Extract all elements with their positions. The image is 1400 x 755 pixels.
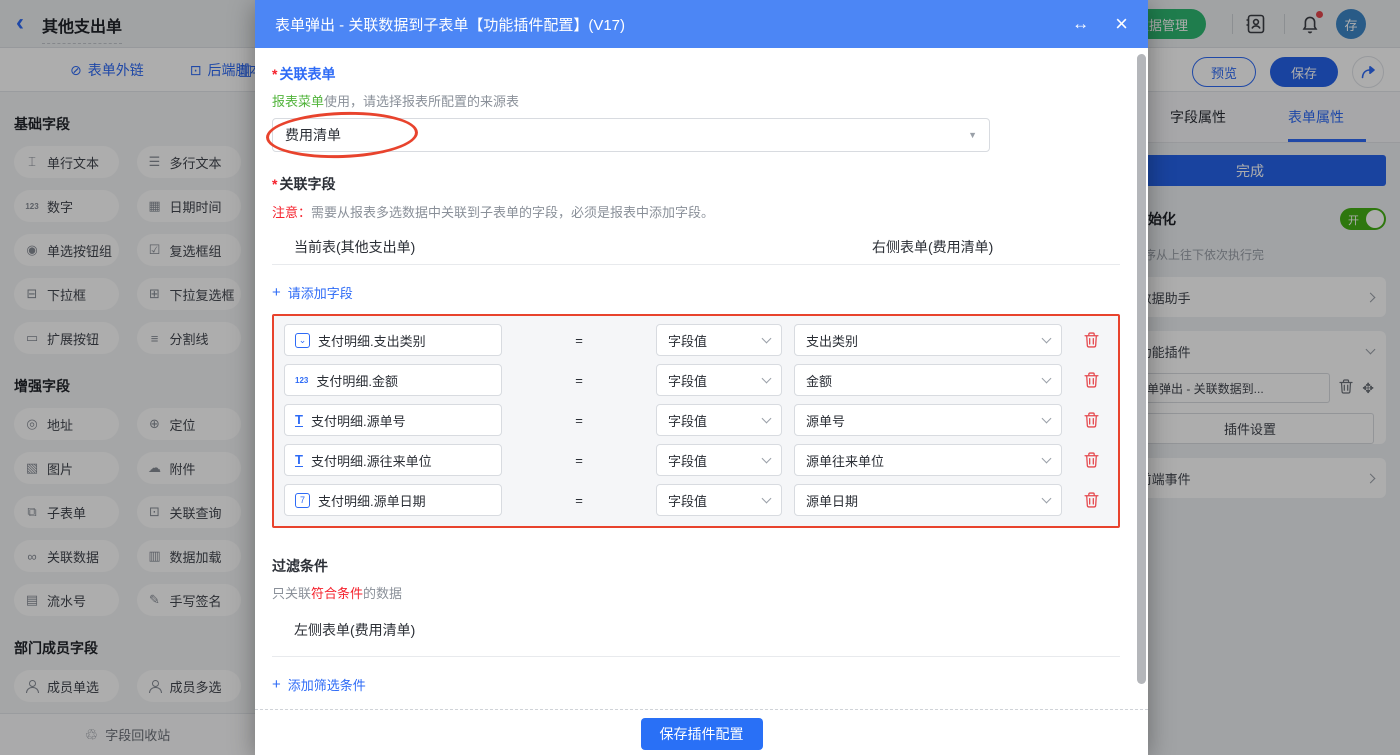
field-mapping-annotated-box: ⌄ 支付明细.支出类别 = 字段值 支出类别 123 支付明细.金额 = 字段值 金…	[272, 314, 1120, 528]
date-field-icon: 7	[295, 492, 310, 508]
delete-row-button[interactable]	[1074, 372, 1108, 388]
modal-header: 表单弹出 - 关联数据到子表单【功能插件配置】(V17) ↔ ×	[255, 0, 1148, 48]
chevron-down-icon	[761, 413, 772, 424]
value-type-select[interactable]: 字段值	[656, 364, 782, 396]
chevron-down-icon	[761, 493, 772, 504]
chevron-down-icon	[1041, 333, 1052, 344]
plugin-config-modal: 表单弹出 - 关联数据到子表单【功能插件配置】(V17) ↔ × 关联表单 报表…	[255, 0, 1148, 755]
mapping-row: 7 支付明细.源单日期 = 字段值 源单日期	[284, 484, 1108, 516]
number-field-icon: 123	[295, 375, 309, 385]
value-type-select[interactable]: 字段值	[656, 324, 782, 356]
left-field-input[interactable]: T 支付明细.源往来单位	[284, 444, 502, 476]
delete-row-button[interactable]	[1074, 492, 1108, 508]
right-form-header: 右侧表单(费用清单)	[872, 239, 994, 255]
right-field-select[interactable]: 源单日期	[794, 484, 1062, 516]
equals-operator: =	[575, 492, 583, 508]
value-type-select[interactable]: 字段值	[656, 404, 782, 436]
left-field-input[interactable]: T 支付明细.源单号	[284, 404, 502, 436]
source-form-select[interactable]: 费用清单 ▼	[272, 118, 990, 152]
filter-left-form: 左侧表单(费用清单)	[272, 608, 1120, 657]
right-field-select[interactable]: 源单号	[794, 404, 1062, 436]
mapping-row: 123 支付明细.金额 = 字段值 金额	[284, 364, 1108, 396]
plus-icon: +	[272, 284, 281, 301]
modal-body: 关联表单 报表菜单使用，请选择报表所配置的来源表 费用清单 ▼ 关联字段 注意：…	[255, 48, 1148, 754]
equals-operator: =	[575, 332, 583, 348]
mapping-row: T 支付明细.源单号 = 字段值 源单号	[284, 404, 1108, 436]
right-field-select[interactable]: 源单往来单位	[794, 444, 1062, 476]
related-form-hint: 报表菜单使用，请选择报表所配置的来源表	[272, 94, 520, 109]
chevron-down-icon	[1041, 413, 1052, 424]
left-field-input[interactable]: 123 支付明细.金额	[284, 364, 502, 396]
right-field-select[interactable]: 金额	[794, 364, 1062, 396]
delete-row-button[interactable]	[1074, 412, 1108, 428]
related-form-label: 关联表单	[272, 64, 1120, 84]
delete-row-button[interactable]	[1074, 452, 1108, 468]
filter-hint: 只关联符合条件的数据	[272, 586, 403, 601]
chevron-down-icon	[761, 373, 772, 384]
filter-condition-label: 过滤条件	[272, 558, 328, 574]
modal-footer: 保存插件配置	[255, 709, 1148, 755]
current-table-header: 当前表(其他支出单)	[294, 239, 416, 255]
right-field-select[interactable]: 支出类别	[794, 324, 1062, 356]
chevron-down-icon	[1041, 373, 1052, 384]
modal-scrollbar[interactable]	[1137, 54, 1146, 684]
chevron-down-icon	[761, 333, 772, 344]
delete-row-button[interactable]	[1074, 332, 1108, 348]
select-caret-icon: ▼	[968, 130, 977, 140]
left-field-input[interactable]: 7 支付明细.源单日期	[284, 484, 502, 516]
text-field-icon: T	[295, 452, 303, 467]
related-fields-note: 注意：需要从报表多选数据中关联到子表单的字段，必须是报表中添加字段。	[272, 205, 715, 220]
mapping-row: T 支付明细.源往来单位 = 字段值 源单往来单位	[284, 444, 1108, 476]
add-filter-link[interactable]: + 添加筛选条件	[272, 675, 366, 694]
left-field-input[interactable]: ⌄ 支付明细.支出类别	[284, 324, 502, 356]
related-fields-label: 关联字段	[272, 174, 1120, 194]
app-root: ‹ 其他支出单 数据管理 存 ⊘ 表单外链 ⊡ 后端脚本 ▥ 预览 保存 基础字…	[0, 0, 1400, 755]
equals-operator: =	[575, 452, 583, 468]
dropdown-field-icon: ⌄	[295, 332, 310, 348]
close-modal-icon[interactable]: ×	[1115, 13, 1128, 35]
resize-modal-icon[interactable]: ↔	[1072, 14, 1089, 34]
value-type-select[interactable]: 字段值	[656, 484, 782, 516]
chevron-down-icon	[1041, 453, 1052, 464]
mapping-row: ⌄ 支付明细.支出类别 = 字段值 支出类别	[284, 324, 1108, 356]
add-field-link[interactable]: + 请添加字段	[272, 283, 353, 302]
value-type-select[interactable]: 字段值	[656, 444, 782, 476]
save-plugin-config-button[interactable]: 保存插件配置	[640, 718, 763, 750]
chevron-down-icon	[761, 453, 772, 464]
text-field-icon: T	[295, 412, 303, 427]
plus-icon: +	[272, 676, 281, 693]
mapping-table-headers: 当前表(其他支出单) 右侧表单(费用清单)	[272, 233, 1120, 265]
equals-operator: =	[575, 412, 583, 428]
chevron-down-icon	[1041, 493, 1052, 504]
equals-operator: =	[575, 372, 583, 388]
modal-title: 表单弹出 - 关联数据到子表单【功能插件配置】(V17)	[275, 16, 626, 34]
